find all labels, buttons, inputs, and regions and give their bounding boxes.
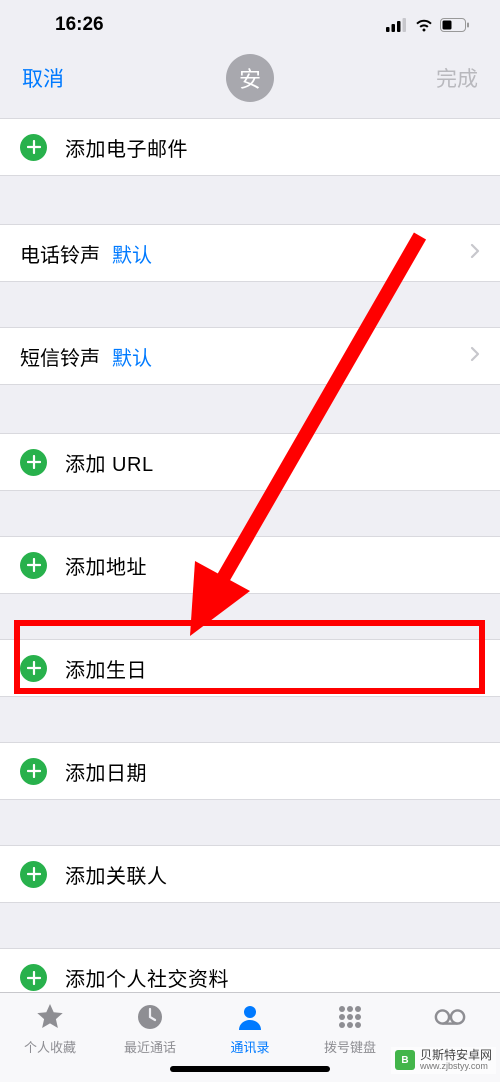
status-time: 16:26 [55,14,104,36]
add-url-row[interactable]: 添加 URL [0,433,500,491]
add-related-label: 添加关联人 [65,860,168,889]
voicemail-icon [434,1001,466,1033]
plus-icon [20,552,47,579]
plus-icon [20,964,47,991]
plus-icon [20,861,47,888]
battery-icon [440,18,470,32]
watermark-logo-icon: B [395,1050,415,1070]
add-birthday-row[interactable]: 添加生日 [0,639,500,697]
status-bar: 16:26 [0,0,500,50]
cancel-button[interactable]: 取消 [22,63,64,93]
tab-label: 个人收藏 [24,1037,76,1056]
add-birthday-label: 添加生日 [65,654,147,683]
person-icon [234,1001,266,1033]
ringtone-value: 默认 [112,239,152,268]
home-indicator [170,1066,330,1072]
sms-tone-row[interactable]: 短信铃声 默认 [0,327,500,385]
plus-icon [20,134,47,161]
tab-favorites[interactable]: 个人收藏 [3,1001,97,1082]
watermark: B 贝斯特安卓网 www.zjbstyy.com [391,1047,496,1074]
add-address-label: 添加地址 [65,551,147,580]
add-date-row[interactable]: 添加日期 [0,742,500,800]
watermark-url: www.zjbstyy.com [420,1062,492,1072]
chevron-right-icon [470,345,480,368]
clock-icon [134,1001,166,1033]
add-date-label: 添加日期 [65,757,147,786]
nav-bar: 取消 安 完成 [0,50,500,106]
wifi-icon [414,18,434,32]
avatar[interactable]: 安 [226,54,274,102]
chevron-right-icon [470,242,480,265]
add-social-label: 添加个人社交资料 [65,963,229,992]
avatar-initial: 安 [239,62,261,94]
sms-tone-value: 默认 [112,342,152,371]
tab-label: 最近通话 [124,1037,176,1056]
star-icon [34,1001,66,1033]
add-address-row[interactable]: 添加地址 [0,536,500,594]
tab-label: 拨号键盘 [324,1037,376,1056]
add-email-row[interactable]: 添加电子邮件 [0,118,500,176]
add-email-label: 添加电子邮件 [65,133,188,162]
ringtone-row[interactable]: 电话铃声 默认 [0,224,500,282]
done-button[interactable]: 完成 [436,63,478,93]
plus-icon [20,449,47,476]
plus-icon [20,758,47,785]
sms-tone-label: 短信铃声 [20,342,100,371]
tab-label: 通讯录 [230,1037,269,1056]
add-related-row[interactable]: 添加关联人 [0,845,500,903]
cellular-icon [386,18,408,32]
plus-icon [20,655,47,682]
keypad-icon [334,1001,366,1033]
status-icons [386,18,470,32]
add-url-label: 添加 URL [65,448,154,477]
ringtone-label: 电话铃声 [20,239,100,268]
content-area: 添加电子邮件 电话铃声 默认 短信铃声 默认 添加 URL 添加地址 [0,106,500,1006]
